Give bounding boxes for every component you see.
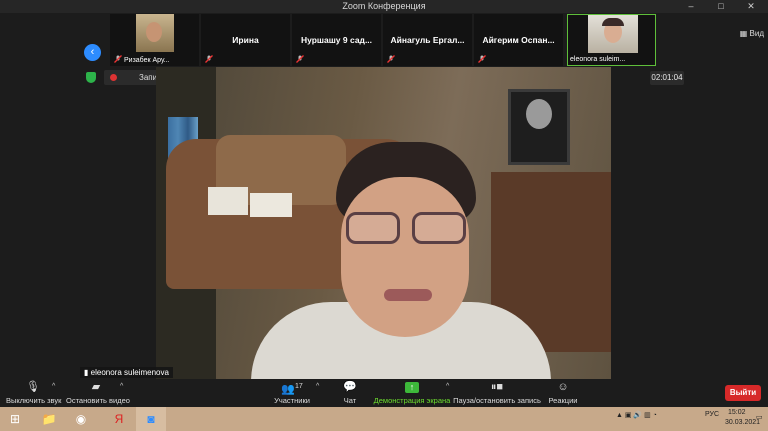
pause-stop-recording-button[interactable]: ⏸■ Пауза/остановить запись xyxy=(452,381,542,405)
mic-muted-icon xyxy=(205,55,213,63)
title-bar: Zoom Конференция – □ ✕ xyxy=(0,0,768,13)
portrait-face xyxy=(526,99,552,129)
grid-icon: ▦ xyxy=(739,29,748,38)
share-screen-button[interactable]: ↑ Демонстрация экрана xyxy=(372,381,452,405)
book-stack xyxy=(208,187,248,215)
maximize-button[interactable]: □ xyxy=(710,0,732,13)
notifications-icon[interactable]: ▭ xyxy=(756,413,763,421)
participant-name: Ризабек Ару... xyxy=(124,57,170,64)
chevron-up-icon[interactable]: ^ xyxy=(120,383,123,390)
participant-name: Ирина xyxy=(232,35,259,45)
participant-tile-active[interactable]: eleonora suleim... xyxy=(567,14,656,66)
chat-label: Чат xyxy=(343,396,357,405)
participants-label: Участники xyxy=(274,396,310,405)
chat-button[interactable]: 💬 Чат xyxy=(336,381,364,405)
windows-start-icon[interactable]: ⊞ xyxy=(0,407,30,431)
security-shield-icon[interactable] xyxy=(86,72,96,83)
meeting-timer: 02:01:04 xyxy=(650,71,684,85)
participant-hair xyxy=(602,18,624,26)
recording-dot-icon xyxy=(110,74,117,81)
speaker-name-label: ▮ eleonora suleimenova xyxy=(80,367,173,378)
participant-name: Айнагуль Ергал... xyxy=(390,35,465,45)
participant-tile[interactable]: Айнагуль Ергал... xyxy=(383,14,472,66)
gallery-strip: ‹ Ризабек Ару... Ирина Нуршашу 9 сад... … xyxy=(0,13,768,67)
tray-icons[interactable]: ▲ ▣ 🔊 ▥ ◔ xyxy=(616,411,657,419)
mic-muted-icon xyxy=(387,55,395,63)
participant-name: Нуршашу 9 сад... xyxy=(300,35,373,45)
participants-count: 17 xyxy=(294,383,303,390)
participant-tile[interactable]: Нуршашу 9 сад... xyxy=(292,14,381,66)
minimize-button[interactable]: – xyxy=(680,0,702,13)
participant-name: Айгерим Оспан... xyxy=(482,35,555,45)
file-explorer-icon[interactable]: 📁 xyxy=(34,407,64,431)
yandex-browser-icon[interactable]: Я xyxy=(104,407,134,431)
chrome-icon[interactable]: ◉ xyxy=(66,407,96,431)
windows-taskbar: ⊞ 📁 ◉ Я ◙ ▲ ▣ 🔊 ▥ ◔ РУС 15:02 30.03.2021… xyxy=(0,407,768,431)
zoom-app-icon[interactable]: ◙ xyxy=(136,407,166,431)
view-label: Вид xyxy=(749,29,764,38)
book-stack xyxy=(250,193,292,217)
person-face xyxy=(341,177,469,337)
clock-time[interactable]: 15:02 xyxy=(728,409,746,416)
share-screen-icon: ↑ xyxy=(372,381,452,393)
participant-tile[interactable]: Айгерим Оспан... xyxy=(474,14,563,66)
window-title: Zoom Конференция xyxy=(342,1,426,11)
chevron-up-icon[interactable]: ^ xyxy=(52,383,55,390)
meeting-toolbar: 🎙 Выключить звук ^ ▰ Остановить видео ^ … xyxy=(0,379,768,407)
participants-icon: 👥17 xyxy=(281,383,303,396)
chevron-up-icon[interactable]: ^ xyxy=(316,383,319,390)
video-label: Остановить видео xyxy=(66,396,130,405)
participant-video xyxy=(136,14,174,52)
mic-muted-icon xyxy=(114,55,122,63)
language-indicator[interactable]: РУС xyxy=(705,411,719,418)
chevron-up-icon[interactable]: ^ xyxy=(446,383,449,390)
record-label: Пауза/остановить запись xyxy=(453,396,541,405)
participants-button[interactable]: 👥17 Участники xyxy=(270,381,314,405)
share-label: Демонстрация экрана xyxy=(373,396,451,405)
glasses-left-lens xyxy=(346,212,400,244)
chat-icon: 💬 xyxy=(343,381,357,393)
person-mouth xyxy=(384,289,432,301)
mic-muted-icon xyxy=(478,55,486,63)
reaction-smiley-icon: ☺ xyxy=(557,381,569,393)
mute-label: Выключить звук xyxy=(6,396,62,405)
leave-meeting-button[interactable]: Выйти xyxy=(725,385,761,401)
stop-video-button[interactable]: ▰ Остановить видео xyxy=(66,381,130,405)
chevron-left-icon: ‹ xyxy=(90,46,95,58)
speaker-name: eleonora suleimenova xyxy=(90,368,169,377)
video-camera-icon: ▰ xyxy=(91,381,101,393)
mic-muted-icon xyxy=(296,55,304,63)
reactions-button[interactable]: ☺ Реакции xyxy=(546,381,580,405)
close-window-button[interactable]: ✕ xyxy=(740,0,762,13)
participant-video xyxy=(588,15,638,53)
view-button[interactable]: ▦ Вид xyxy=(740,29,764,38)
participant-tile[interactable]: Ирина xyxy=(201,14,290,66)
previous-page-button[interactable]: ‹ xyxy=(84,44,101,61)
participant-tile[interactable]: Ризабек Ару... xyxy=(110,14,199,66)
zoom-window: Zoom Конференция – □ ✕ ‹ Ризабек Ару... … xyxy=(0,0,768,407)
pause-stop-icon: ⏸■ xyxy=(490,381,504,393)
signal-icon: ▮ xyxy=(84,368,89,377)
speaker-video xyxy=(156,67,611,379)
reactions-label: Реакции xyxy=(548,396,578,405)
clock-date[interactable]: 30.03.2021 xyxy=(725,419,760,426)
participant-name: eleonora suleim... xyxy=(570,56,626,63)
glasses-right-lens xyxy=(412,212,466,244)
participant-face xyxy=(146,22,162,42)
